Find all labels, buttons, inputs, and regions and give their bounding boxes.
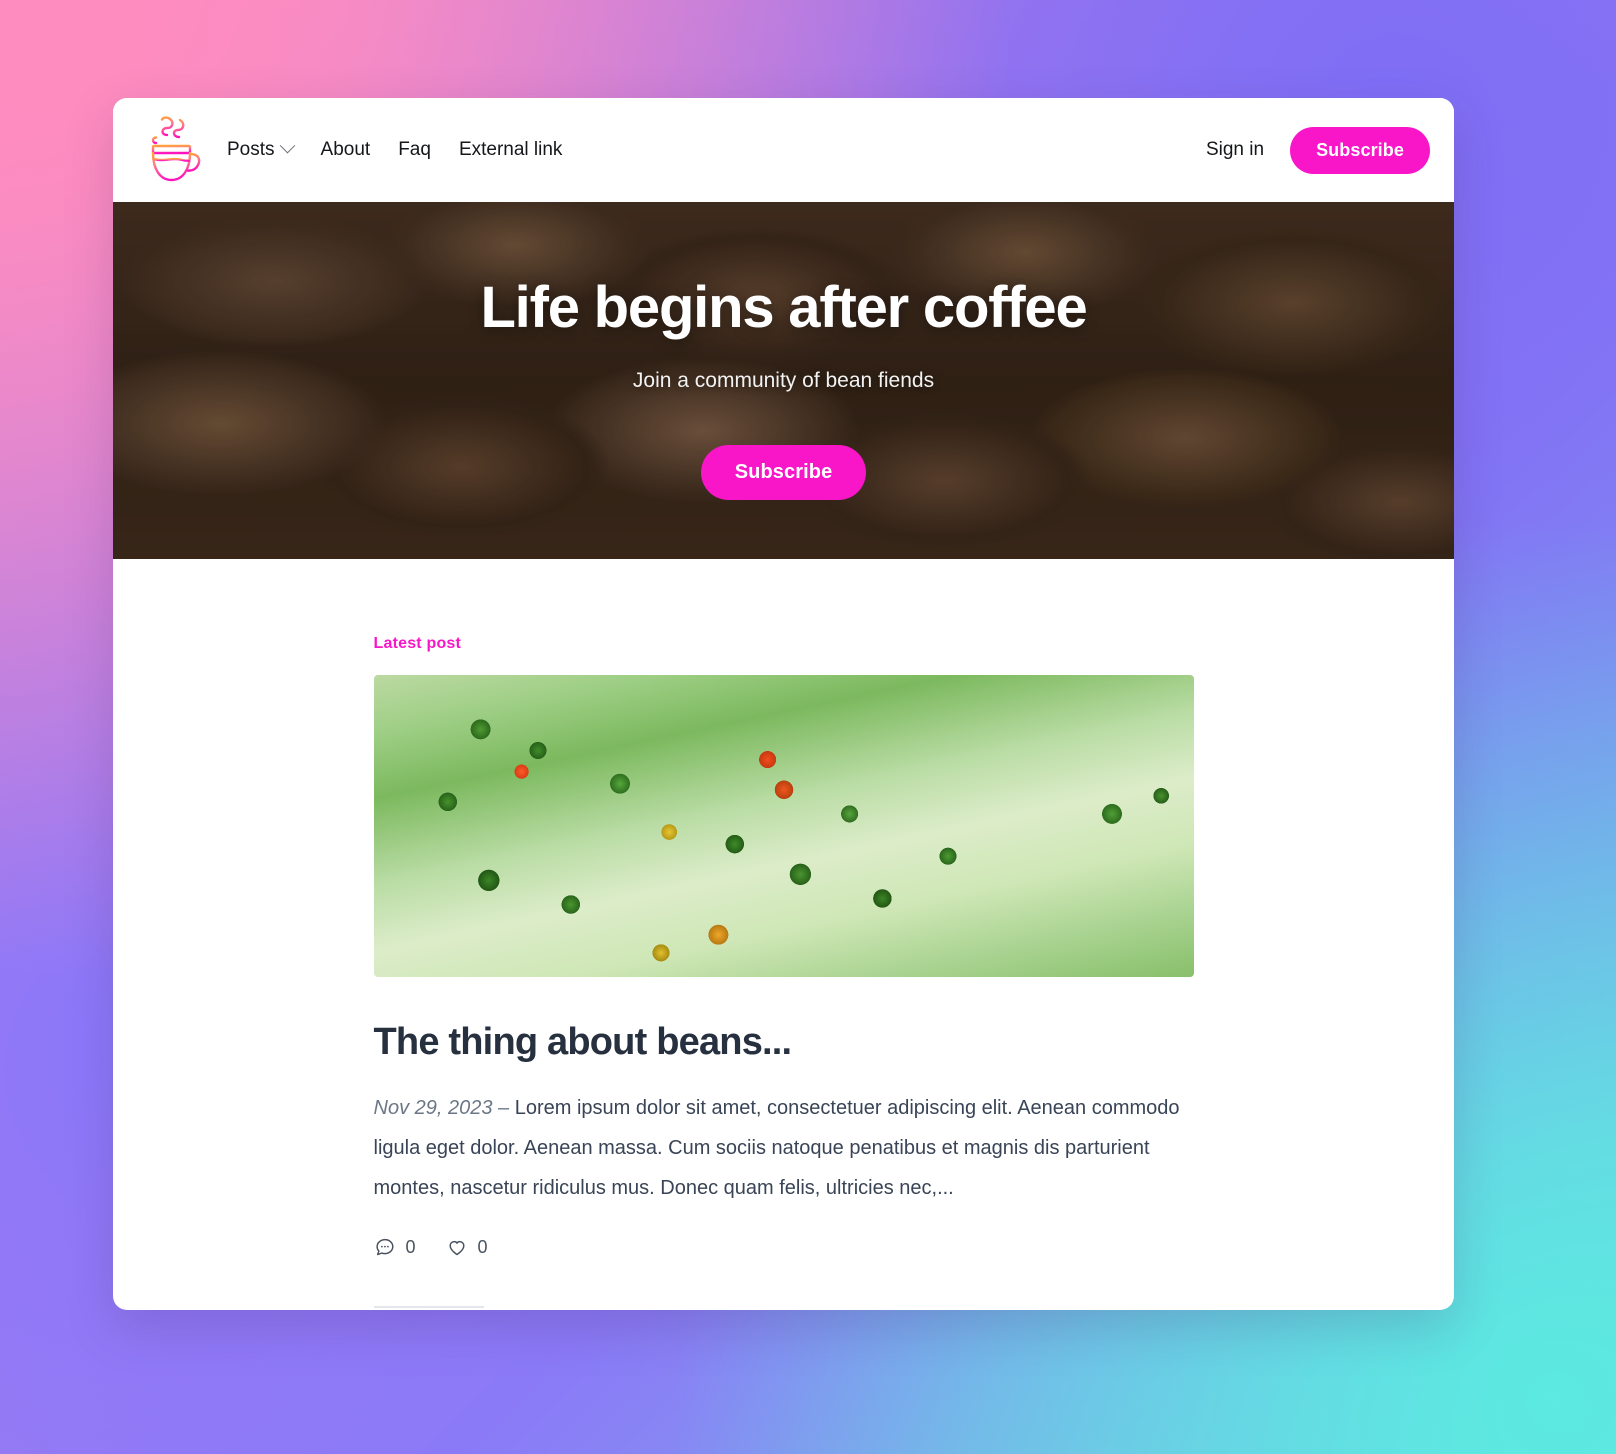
site-navbar: Posts About Faq External link Sign in Su…: [113, 98, 1454, 202]
post-card-link[interactable]: The thing about beans...: [373, 675, 1194, 1064]
hero-section: Life begins after coffee Join a communit…: [113, 202, 1454, 559]
post-comments[interactable]: 0: [374, 1236, 416, 1258]
hero-content: Life begins after coffee Join a communit…: [113, 202, 1454, 500]
post-title[interactable]: The thing about beans...: [374, 1021, 1194, 1064]
post-date: Nov 29, 2023: [373, 1097, 493, 1119]
post-excerpt: Nov 29, 2023 – Lorem ipsum dolor sit ame…: [374, 1088, 1194, 1208]
nav-link-about[interactable]: About: [321, 139, 371, 161]
subscribe-button-nav[interactable]: Subscribe: [1290, 126, 1430, 174]
post-likes[interactable]: 0: [446, 1236, 488, 1258]
nav-item-about[interactable]: About: [321, 139, 371, 161]
latest-post-label: Latest post: [373, 635, 462, 652]
heart-icon: [448, 1240, 465, 1256]
nav-link-posts-label: Posts: [227, 139, 275, 160]
nav-item-faq[interactable]: Faq: [398, 139, 431, 161]
nav-links: Posts About Faq External link: [227, 137, 563, 161]
post-divider: [373, 1306, 484, 1308]
nav-actions: Sign in Subscribe: [1198, 126, 1430, 174]
sign-in-link[interactable]: Sign in: [1198, 133, 1272, 167]
nav-link-posts[interactable]: Posts: [227, 137, 295, 161]
comment-bubble-icon: [375, 1238, 394, 1256]
post-meta: 0 0: [374, 1236, 1194, 1258]
hero-title: Life begins after coffee: [480, 275, 1087, 340]
post-feature-image[interactable]: [373, 675, 1194, 977]
post-date-separator: –: [492, 1097, 515, 1119]
chevron-down-icon: [279, 137, 295, 154]
nav-link-faq[interactable]: Faq: [398, 139, 431, 161]
hero-subtitle: Join a community of bean fiends: [632, 369, 935, 392]
coffee-cup-logo[interactable]: [141, 113, 205, 187]
nav-item-external-link[interactable]: External link: [459, 139, 563, 161]
subscribe-button-hero[interactable]: Subscribe: [700, 445, 867, 500]
main-content: Latest post The thing about beans... Nov…: [113, 559, 1454, 1308]
like-count: 0: [477, 1236, 488, 1257]
site-card: Posts About Faq External link Sign in Su…: [113, 98, 1454, 1310]
hero-cta-wrapper: Subscribe: [113, 445, 1454, 500]
nav-link-external-link[interactable]: External link: [459, 139, 563, 161]
latest-post-section: Latest post The thing about beans... Nov…: [373, 559, 1194, 1308]
comment-count: 0: [405, 1236, 416, 1257]
nav-item-posts[interactable]: Posts: [227, 137, 295, 161]
